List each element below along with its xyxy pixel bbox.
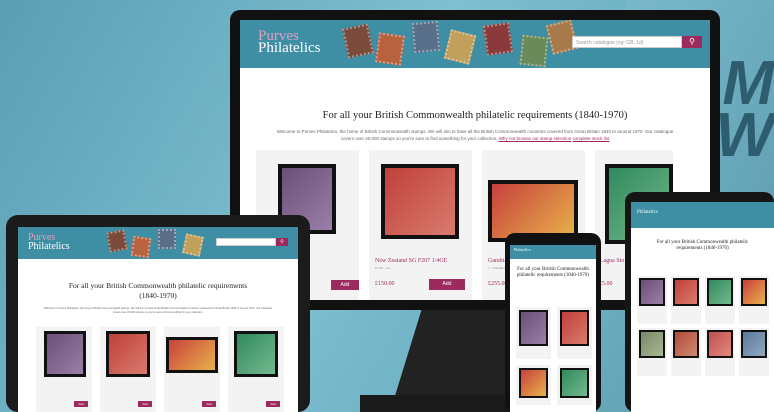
site-header: Purves Philatelics ⚲ [18,227,298,259]
intro-link-browse[interactable]: Why not browse our stamp selection [499,136,572,141]
tablet-screen: Purves Philatelics ⚲ For all your Britis… [18,227,298,412]
product-card[interactable]: Add [228,327,284,412]
product-card[interactable] [637,328,667,376]
product-image[interactable] [560,368,589,398]
product-image[interactable] [639,330,665,358]
site-header: Philatelics [510,245,596,259]
product-grid: Add Add Add Add [36,327,284,412]
product-card[interactable] [637,276,667,324]
product-card[interactable]: Add [164,327,220,412]
product-price: £5.00 [599,281,613,287]
product-grid: Add New Zealand SG F207 1/4GE £7.50 - ca… [256,150,673,300]
site-header: Philatelics [631,202,774,228]
product-image[interactable] [519,310,548,346]
product-card[interactable] [739,328,769,376]
mobile-phone: Philatelics For all your British Commonw… [505,233,601,412]
product-price: £150.00 [375,281,395,287]
product-card[interactable] [705,328,735,376]
site-logo[interactable]: Purves Philatelics [28,233,70,252]
page-heading: For all your British Commonwealth philat… [656,240,749,251]
search-button[interactable]: ⚲ [682,36,702,48]
intro-text: Welcome to Purves Philatelics, the home … [43,307,273,315]
product-image[interactable] [707,330,733,358]
product-image[interactable] [44,331,86,377]
product-card[interactable] [516,365,551,405]
tablet-portrait-screen: Philatelics For all your British Commonw… [631,202,774,412]
page-heading: For all your British Commonwealth philat… [516,267,590,278]
add-to-cart-button[interactable]: Add [429,279,465,290]
product-card[interactable] [516,307,551,359]
product-card[interactable] [557,307,592,359]
intro-body: Welcome to Purves Philatelics, the home … [43,307,273,314]
product-image[interactable] [673,278,699,306]
product-grid [637,276,772,376]
site-logo[interactable]: Purves Philatelics [258,29,321,56]
logo-line-2: Philatelics [28,241,70,252]
logo-line-2: Philatelics [637,210,658,215]
tablet-portrait: Philatelics For all your British Commonw… [625,192,774,412]
product-card[interactable]: Add [100,327,156,412]
product-name[interactable]: ...agua Sto [599,258,624,264]
product-image[interactable] [639,278,665,306]
add-to-cart-button[interactable]: Add [266,401,280,407]
add-to-cart-button[interactable]: Add [202,401,216,407]
search-button[interactable]: ⚲ [276,238,288,246]
intro-body: Welcome to Purves Philatelics, the home … [276,129,674,141]
product-card[interactable] [671,276,701,324]
search-input[interactable]: Search catalogue (eg: GB, 1d) [572,36,682,48]
product-image[interactable] [707,278,733,306]
product-name[interactable]: New Zealand SG F207 1/4GE [375,258,471,264]
product-card[interactable]: New Zealand SG F207 1/4GE £7.50 - cat. £… [369,150,472,300]
product-image[interactable] [234,331,278,377]
product-image[interactable] [673,330,699,358]
product-card[interactable] [557,365,592,405]
product-image[interactable] [560,310,589,346]
product-card[interactable] [671,328,701,376]
product-image[interactable] [106,331,150,377]
product-card[interactable] [739,276,769,324]
logo-line-2: Philatelics [514,247,531,252]
site-logo[interactable]: Philatelics [514,248,531,252]
product-grid [516,307,592,405]
add-to-cart-button[interactable]: Add [74,401,88,407]
background-headline: M W [715,53,774,170]
add-to-cart-button[interactable]: Add [138,401,152,407]
logo-line-2: Philatelics [258,40,321,56]
ghost-line-2: W [715,101,774,170]
page-heading: For all your British Commonwealth philat… [322,110,628,121]
phone-screen: Philatelics For all your British Commonw… [510,245,596,412]
intro-text: Welcome to Purves Philatelics, the home … [275,129,675,142]
product-image[interactable] [741,330,767,358]
header-stamps-decor [335,20,579,68]
search-input[interactable] [216,238,276,246]
product-image[interactable] [166,337,218,373]
search-icon: ⚲ [689,37,695,46]
add-to-cart-button[interactable]: Add [331,280,359,290]
product-image[interactable] [741,278,767,306]
product-image[interactable] [519,368,548,398]
product-card[interactable]: Add [36,327,92,412]
product-card[interactable] [705,276,735,324]
site-header: Purves Philatelics Search catalogue (eg:… [240,20,710,68]
product-image[interactable] [381,164,459,239]
site-logo[interactable]: Philatelics [637,210,658,215]
search-icon: ⚲ [280,239,284,245]
page-heading: For all your British Commonwealth philat… [68,281,248,300]
product-subline: £7.50 - cat. [375,266,391,270]
intro-link-stock-list[interactable]: complete stock list [573,136,610,141]
tablet-landscape: Purves Philatelics ⚲ For all your Britis… [6,215,310,412]
